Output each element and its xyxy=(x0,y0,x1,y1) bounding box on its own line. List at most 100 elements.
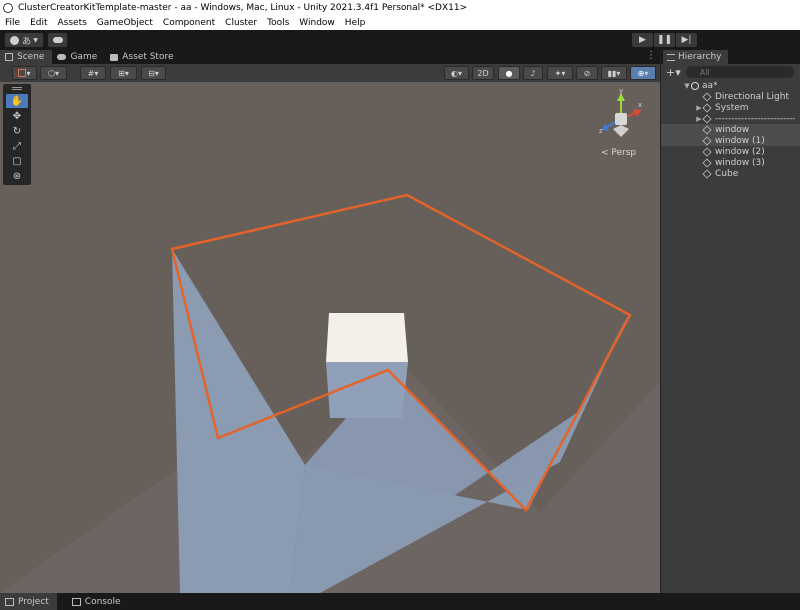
menu-help[interactable]: Help xyxy=(340,18,371,28)
rect-icon: ▢ xyxy=(12,155,22,167)
console-icon xyxy=(71,597,81,606)
chevron-down-icon: ▼ xyxy=(33,36,38,44)
transform-icon: ⊛ xyxy=(12,170,22,182)
view-options-dropdown[interactable]: ⬡ ▾ xyxy=(40,66,67,80)
rotate-tool-button[interactable]: ↻ xyxy=(6,124,28,138)
light-bulb-icon: ● xyxy=(505,68,513,78)
toggle-2d-button[interactable]: 2D xyxy=(472,66,494,80)
increment-snap-icon: ⊟ xyxy=(148,68,155,78)
eye-slash-icon: ⊘ xyxy=(583,68,591,78)
effects-dropdown[interactable]: ✦ ▾ xyxy=(547,66,573,80)
snap-dropdown[interactable]: # ▾ xyxy=(80,66,106,80)
hierarchy-item[interactable]: window (1) xyxy=(661,135,800,146)
tab-asset-store[interactable]: Asset Store xyxy=(105,50,181,64)
transform-tool-button[interactable]: ⊛ xyxy=(6,169,28,183)
grid-dropdown[interactable]: ⊞ ▾ xyxy=(110,66,137,80)
pause-button[interactable]: ❚❚ xyxy=(654,33,675,47)
tool-palette: ✋ ✥ ↻ ⤢ ▢ ⊛ xyxy=(3,84,31,185)
tab-asset-store-label: Asset Store xyxy=(122,52,174,62)
menu-window[interactable]: Window xyxy=(294,18,340,28)
hand-icon: ✋ xyxy=(10,95,24,107)
rect-tool-button[interactable]: ▢ xyxy=(6,154,28,168)
play-button[interactable]: ▶ xyxy=(632,33,653,47)
gameobject-icon xyxy=(702,157,712,168)
perspective-label[interactable]: < Persp xyxy=(601,148,636,158)
hierarchy-item[interactable]: Directional Light xyxy=(661,91,800,102)
tab-project-label: Project xyxy=(18,596,49,607)
orientation-gizmo[interactable]: y z x xyxy=(597,87,645,143)
menu-edit[interactable]: Edit xyxy=(25,18,52,28)
hierarchy-item[interactable]: ▶ -------------------------- xyxy=(661,113,800,124)
increment-snap-dropdown[interactable]: ⊟ ▾ xyxy=(141,66,166,80)
scale-tool-button[interactable]: ⤢ xyxy=(6,139,28,153)
grid-icon: ⊞ xyxy=(118,68,125,78)
play-icon: ▶ xyxy=(639,35,646,45)
scene-root-row[interactable]: ▼ aa* xyxy=(661,80,800,91)
step-button[interactable]: ▶| xyxy=(676,33,697,47)
add-object-button[interactable]: +▾ xyxy=(666,66,681,79)
pause-icon: ❚❚ xyxy=(656,35,673,45)
unity-logo-icon xyxy=(3,3,13,13)
hierarchy-list-icon xyxy=(667,53,675,61)
menu-gameobject[interactable]: GameObject xyxy=(92,18,158,28)
menu-cluster[interactable]: Cluster xyxy=(220,18,262,28)
cube-top-face xyxy=(326,313,408,362)
hierarchy-panel: Hierarchy +▾ All ▼ aa* Directional Light… xyxy=(660,50,800,593)
effects-icon: ✦ xyxy=(554,68,562,78)
tab-hierarchy-label: Hierarchy xyxy=(678,52,722,62)
lighting-toggle[interactable]: ● xyxy=(498,66,520,80)
tab-game-label: Game xyxy=(70,52,98,62)
store-icon xyxy=(110,53,119,61)
scene-view[interactable]: y z x < Persp xyxy=(0,82,660,593)
hierarchy-item-label: window (3) xyxy=(715,157,765,168)
gizmos-dropdown[interactable]: ⊕ ▾ xyxy=(630,66,656,80)
editor-tabs: Scene Game Asset Store xyxy=(0,50,660,64)
play-controls: ▶ ❚❚ ▶| xyxy=(632,33,697,47)
more-options-icon[interactable]: ⋮ xyxy=(646,50,656,61)
audio-toggle[interactable]: ♪ xyxy=(523,66,543,80)
menu-file[interactable]: File xyxy=(0,18,25,28)
hierarchy-item[interactable]: Cube xyxy=(661,168,800,179)
hierarchy-item[interactable]: window (2) xyxy=(661,146,800,157)
tab-scene[interactable]: Scene xyxy=(0,50,53,64)
hierarchy-item-label: Directional Light xyxy=(715,91,789,102)
gizmo-z-label: z xyxy=(599,127,603,135)
shading-mode-dropdown[interactable]: ◐ ▾ xyxy=(444,66,469,80)
cube-view-icon: ⬡ xyxy=(48,68,55,78)
hierarchy-item[interactable]: window xyxy=(661,124,800,135)
hierarchy-search-input[interactable]: All xyxy=(685,66,794,78)
account-icon xyxy=(10,35,20,45)
tab-game[interactable]: Game xyxy=(52,50,105,64)
rotate-icon: ↻ xyxy=(12,125,22,137)
palette-grip[interactable] xyxy=(12,87,22,90)
tab-scene-label: Scene xyxy=(17,52,45,62)
hierarchy-item-label: Cube xyxy=(715,168,739,179)
tab-hierarchy[interactable]: Hierarchy xyxy=(663,50,728,64)
camera-settings-dropdown[interactable]: ▮▮ ▾ xyxy=(601,66,627,80)
menu-component[interactable]: Component xyxy=(158,18,220,28)
grid-snap-icon: # xyxy=(87,68,95,78)
draw-mode-dropdown[interactable]: ▾ xyxy=(12,66,37,80)
hierarchy-item[interactable]: window (3) xyxy=(661,157,800,168)
gizmo-neg-y xyxy=(613,125,629,137)
scene-geometry xyxy=(0,193,660,593)
hierarchy-item[interactable]: ▶ System xyxy=(661,102,800,113)
tab-console-label: Console xyxy=(84,596,121,607)
tab-project[interactable]: Project xyxy=(0,593,57,610)
hierarchy-tab-bar: Hierarchy xyxy=(661,50,800,64)
account-button[interactable]: あ ▼ xyxy=(5,33,43,47)
gizmo-center xyxy=(615,113,627,125)
tab-console[interactable]: Console xyxy=(67,593,129,610)
menu-assets[interactable]: Assets xyxy=(53,18,92,28)
wall-plane-left xyxy=(172,249,305,593)
menu-tools[interactable]: Tools xyxy=(262,18,294,28)
cloud-button[interactable] xyxy=(48,33,67,47)
expand-arrow-icon[interactable]: ▼ xyxy=(683,82,691,90)
gizmo-globe-icon: ⊕ xyxy=(637,68,645,78)
hidden-objects-toggle[interactable]: ⊘ xyxy=(576,66,598,80)
hand-tool-button[interactable]: ✋ xyxy=(6,94,28,108)
scale-icon: ⤢ xyxy=(13,140,21,152)
gameobject-icon xyxy=(702,124,712,135)
move-tool-button[interactable]: ✥ xyxy=(6,109,28,123)
hierarchy-item-label: window (2) xyxy=(715,146,765,157)
